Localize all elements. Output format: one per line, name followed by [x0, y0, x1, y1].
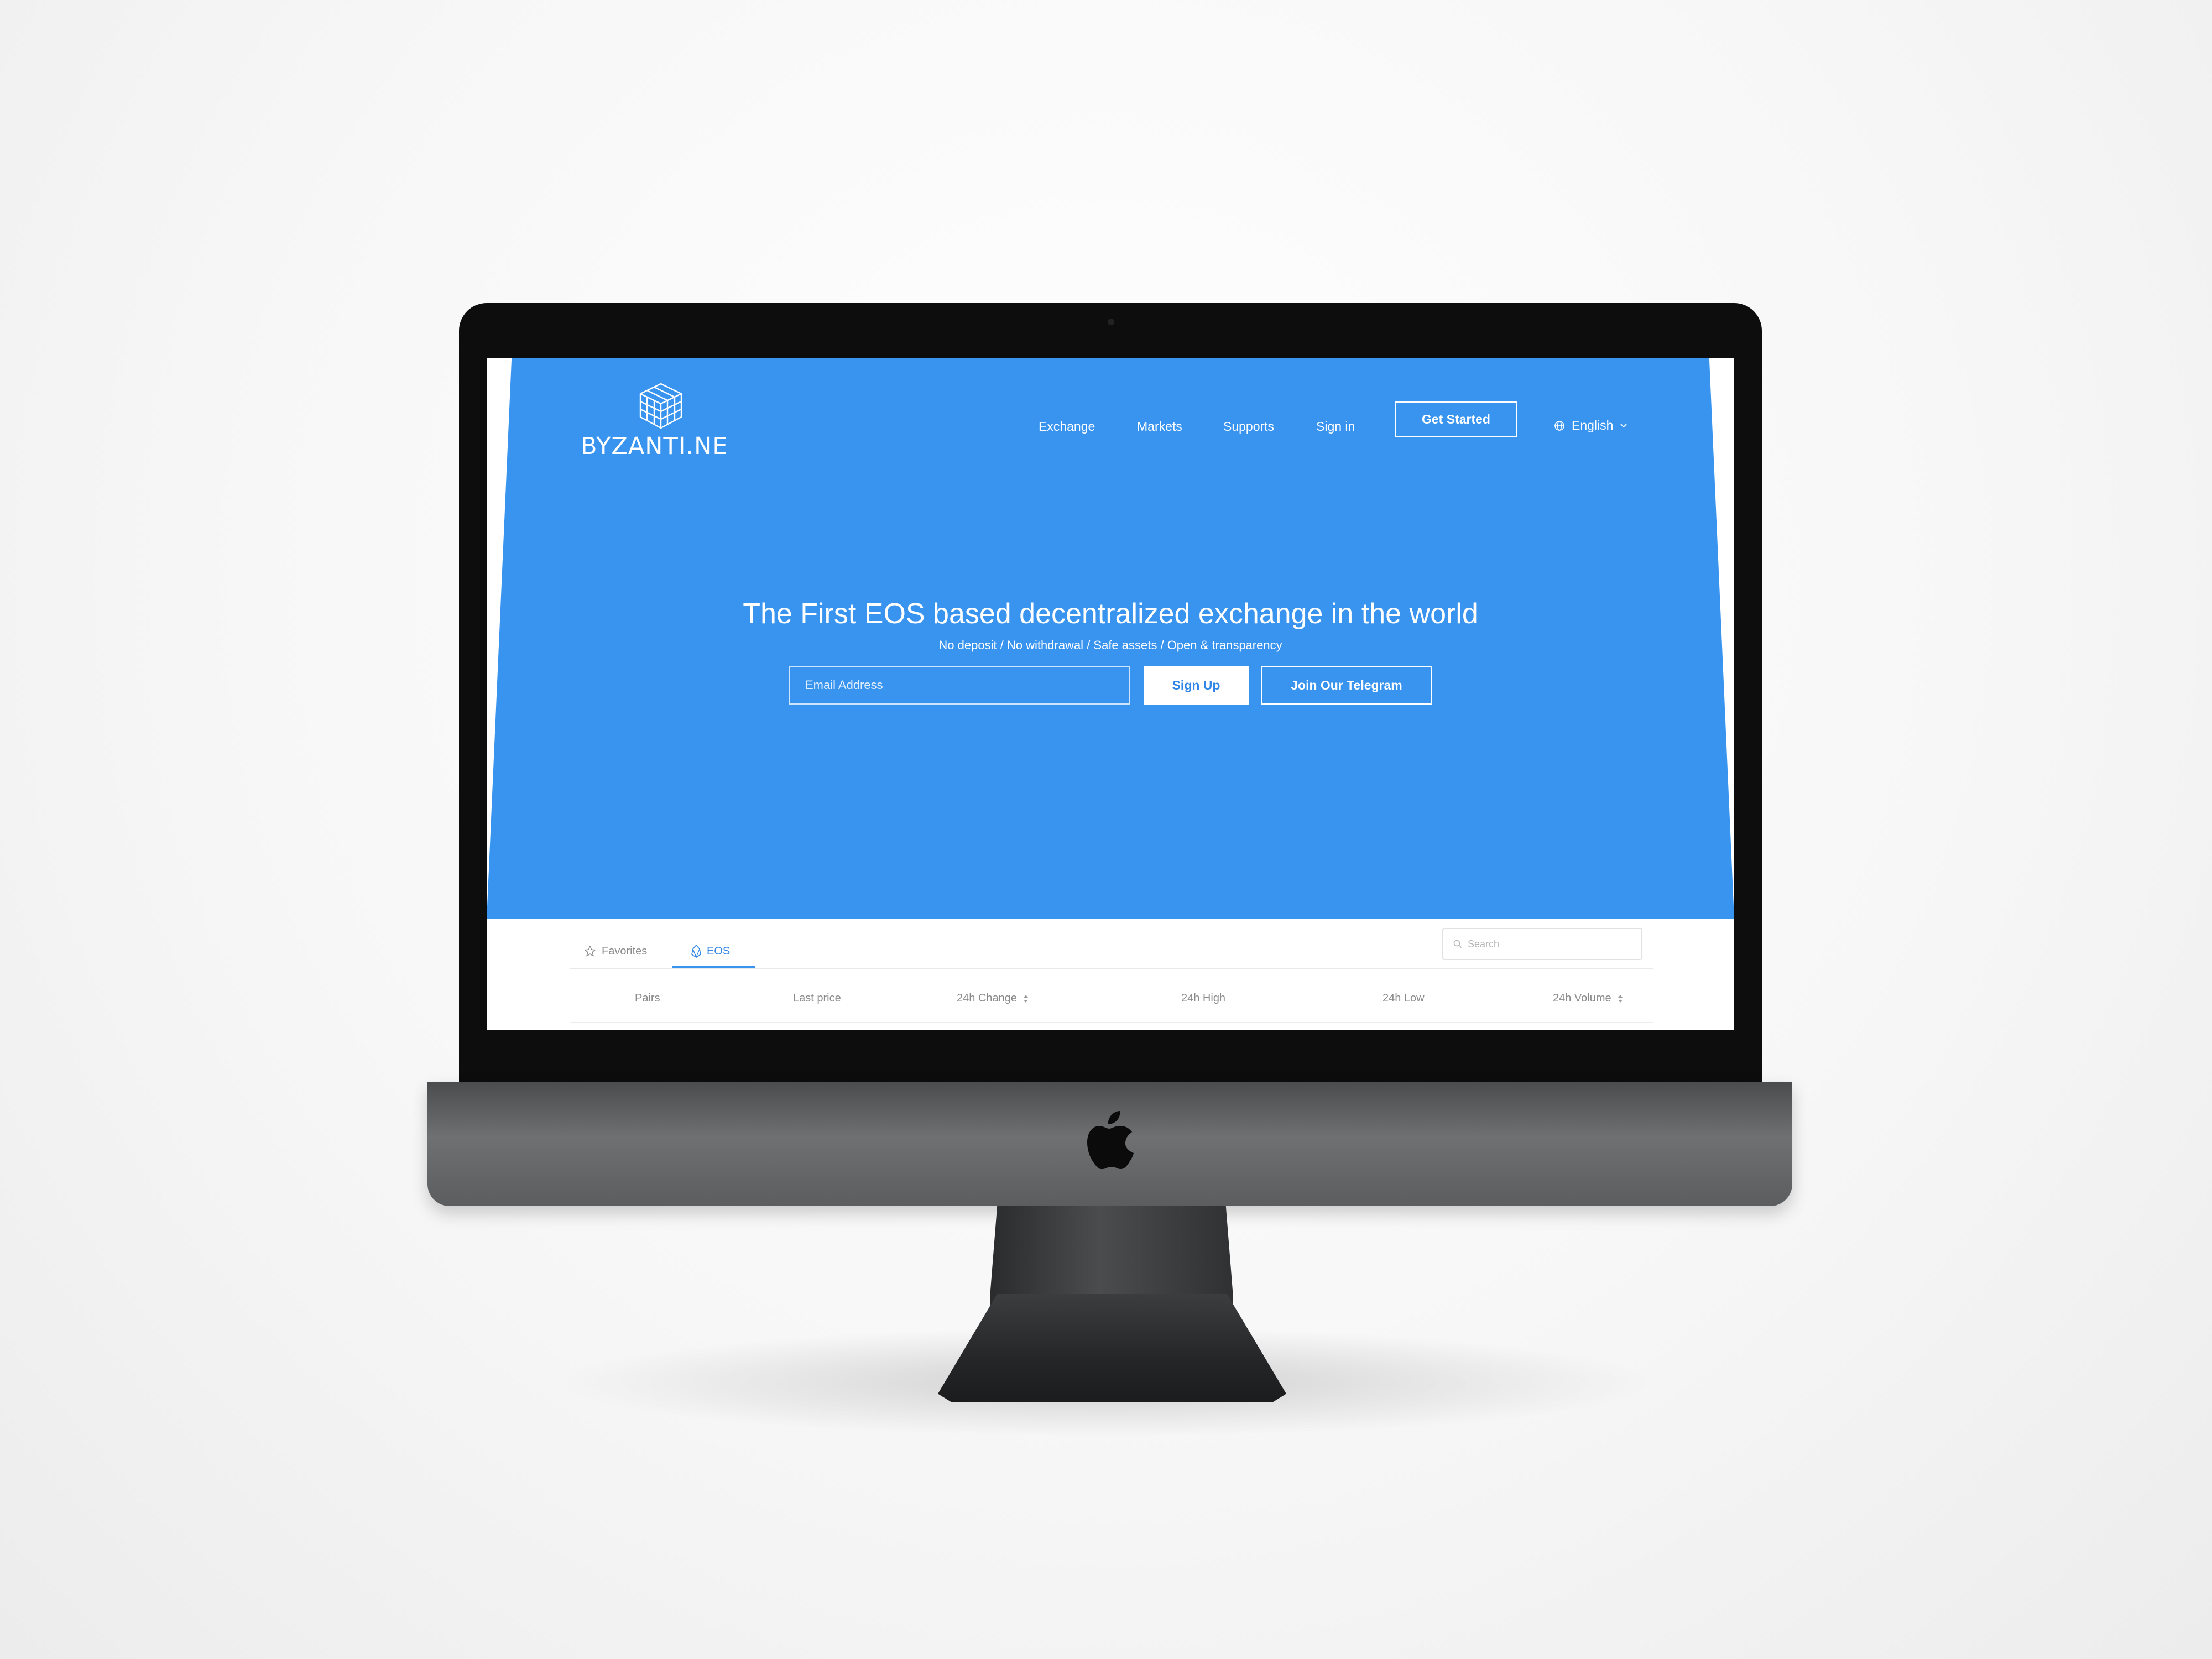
- column-24h-change-label: 24h Change: [957, 992, 1017, 1004]
- column-header-24h-volume[interactable]: 24h Volume: [1553, 992, 1624, 1005]
- column-24h-volume-label: 24h Volume: [1553, 992, 1611, 1004]
- tab-favorites-label: Favorites: [602, 945, 648, 957]
- sort-icon: [1618, 994, 1623, 1003]
- market-search[interactable]: [1442, 928, 1642, 960]
- markets-panel: Favorites EOS Pairs Last price 24h Chang…: [487, 919, 1734, 1030]
- search-icon: [1453, 940, 1462, 948]
- join-telegram-button[interactable]: Join Our Telegram: [1261, 666, 1432, 705]
- site-logo[interactable]: BYZANTI.NE: [581, 382, 741, 460]
- column-header-24h-change[interactable]: 24h Change: [957, 992, 1029, 1005]
- get-started-button[interactable]: Get Started: [1395, 401, 1517, 437]
- table-header-divider: [570, 1022, 1653, 1023]
- globe-icon: [1554, 420, 1564, 431]
- nav-supports[interactable]: Supports: [1223, 419, 1274, 434]
- logo-text: BYZANTI.NE: [581, 432, 728, 460]
- hero-headline: The First EOS based decentralized exchan…: [743, 598, 1478, 630]
- cube-stack-icon: [639, 383, 682, 429]
- hero-subline: No deposit / No withdrawal / Safe assets…: [938, 638, 1282, 652]
- column-header-pairs: Pairs: [635, 992, 660, 1005]
- email-field[interactable]: [789, 666, 1130, 705]
- tab-eos[interactable]: EOS: [672, 935, 749, 968]
- column-pairs-label: Pairs: [635, 992, 660, 1004]
- monitor-stand-base: [938, 1294, 1286, 1402]
- browser-screen: BYZANTI.NE Exchange Markets Supports Sig…: [487, 358, 1734, 1030]
- language-label: English: [1572, 418, 1614, 432]
- tabs-divider: [570, 968, 1653, 969]
- nav-exchange[interactable]: Exchange: [1039, 419, 1095, 434]
- hero-section: BYZANTI.NE Exchange Markets Supports Sig…: [487, 358, 1734, 919]
- sign-up-button[interactable]: Sign Up: [1144, 666, 1249, 705]
- column-24h-high-label: 24h High: [1181, 992, 1226, 1004]
- column-header-24h-low: 24h Low: [1383, 992, 1425, 1005]
- star-icon: [585, 946, 596, 957]
- tab-eos-label: EOS: [707, 945, 731, 957]
- column-header-last-price: Last price: [793, 992, 841, 1005]
- monitor-chin: [427, 1082, 1792, 1206]
- tab-favorites[interactable]: Favorites: [584, 935, 647, 968]
- nav-sign-in[interactable]: Sign in: [1316, 419, 1355, 434]
- eos-icon: [691, 945, 701, 958]
- column-last-price-label: Last price: [793, 992, 841, 1004]
- column-24h-low-label: 24h Low: [1383, 992, 1425, 1004]
- language-selector[interactable]: English: [1554, 418, 1627, 433]
- chevron-down-icon: [1620, 423, 1627, 427]
- apple-icon: [1087, 1111, 1134, 1170]
- search-input[interactable]: [1468, 938, 1628, 950]
- column-header-24h-high: 24h High: [1181, 992, 1225, 1005]
- camera-icon: [1108, 319, 1114, 325]
- sort-icon: [1023, 994, 1028, 1003]
- nav-markets[interactable]: Markets: [1137, 419, 1182, 434]
